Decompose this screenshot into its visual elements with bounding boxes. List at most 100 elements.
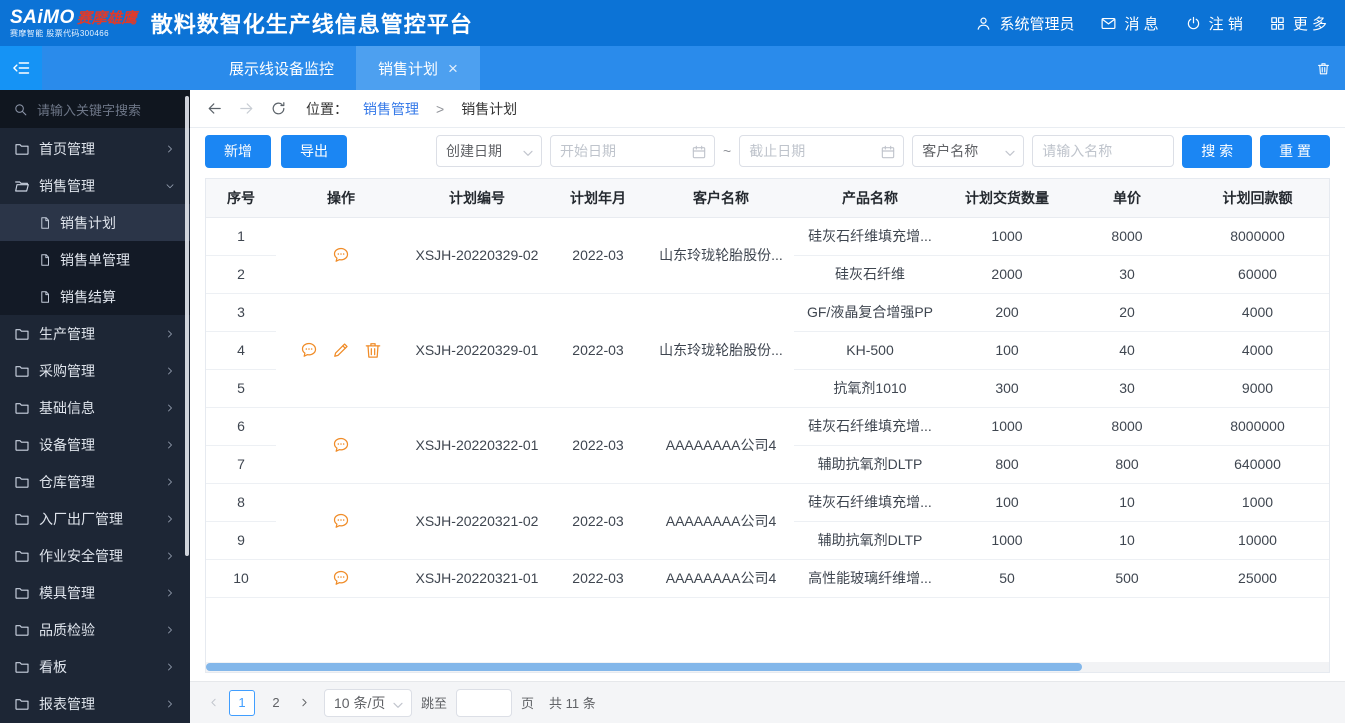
chevron-right-icon	[168, 404, 172, 411]
comment-action-icon[interactable]	[331, 511, 351, 531]
date-type-value: 创建日期	[446, 143, 503, 159]
chevron-down-icon	[390, 697, 403, 709]
edit-action-icon[interactable]	[331, 340, 351, 360]
row-number: 10	[206, 559, 276, 598]
trash-action-icon[interactable]	[363, 340, 383, 360]
tab-close-icon[interactable]: ×	[448, 60, 458, 77]
planned-amount: 10000	[1186, 521, 1329, 560]
user-menu[interactable]: 系统管理员	[975, 13, 1074, 34]
horizontal-scrollbar[interactable]	[206, 662, 1329, 672]
sidebar-item-0[interactable]: 首页管理	[0, 130, 190, 167]
comment-action-icon[interactable]	[331, 568, 351, 588]
logo-text-en: SAiMO	[10, 7, 75, 28]
add-button[interactable]: 新增	[205, 134, 271, 168]
horizontal-scrollbar-thumb[interactable]	[206, 663, 1082, 671]
chevron-right-icon	[168, 552, 172, 559]
filter-field-select[interactable]: 客户名称	[912, 135, 1025, 167]
name-input[interactable]: 请输入名称	[1032, 135, 1175, 167]
page-unit-label: 页	[521, 696, 535, 711]
sidebar-search-input[interactable]: 请输入关键字搜索	[0, 90, 190, 128]
table-body: 1 XSJH-20220329-02 2022-03 山东玲珑轮胎股份... 硅灰石纤维…	[206, 217, 1329, 598]
row-number: 7	[206, 445, 276, 484]
sidebar-item-4[interactable]: 基础信息	[0, 389, 190, 426]
file-icon	[38, 253, 52, 267]
logout-button[interactable]: 注 销	[1185, 13, 1243, 34]
more-button[interactable]: 更 多	[1269, 13, 1327, 34]
back-button[interactable]	[206, 100, 223, 117]
sidebar-item-8[interactable]: 作业安全管理	[0, 537, 190, 574]
sidebar-subitem[interactable]: 销售计划	[0, 204, 190, 241]
start-date-input[interactable]: 开始日期	[550, 135, 716, 167]
comment-action-icon[interactable]	[299, 340, 319, 360]
page-number-2[interactable]: 2	[263, 690, 289, 716]
tab-0[interactable]: 展示线设备监控	[207, 46, 356, 90]
planned-amount: 8000000	[1186, 217, 1329, 256]
next-page-button[interactable]	[298, 696, 311, 709]
app-window: SAiMO 赛摩雄鹰 赛摩智能 股票代码300466 散料数智化生产线信息管控平…	[0, 0, 1345, 723]
table-row: 10 XSJH-20220321-01 2022-03 AAAAAAAA公司4 高性能玻…	[206, 559, 1329, 598]
breadcrumb-parent-link[interactable]: 销售管理	[363, 99, 419, 119]
folder-icon	[14, 474, 30, 490]
folder-icon	[14, 696, 30, 712]
plan-month: 2022-03	[548, 293, 648, 408]
planned-amount: 8000000	[1186, 407, 1329, 446]
sidebar-item-2[interactable]: 生产管理	[0, 315, 190, 352]
page-title: 散料数智化生产线信息管控平台	[150, 12, 473, 37]
product-name: 抗氧剂1010	[794, 369, 946, 408]
messages-button[interactable]: 消 息	[1100, 13, 1159, 34]
sidebar-item-12[interactable]: 报表管理	[0, 685, 190, 722]
end-date-input[interactable]: 截止日期	[739, 135, 905, 167]
grid-icon	[1269, 15, 1286, 32]
jump-page-input[interactable]	[456, 688, 513, 717]
sidebar-item-label: 看板	[39, 658, 67, 675]
column-header: 产品名称	[794, 179, 946, 218]
sidebar-collapse-button[interactable]	[0, 46, 42, 90]
row-number: 8	[206, 483, 276, 522]
row-actions	[276, 217, 406, 294]
sidebar-item-6[interactable]: 仓库管理	[0, 463, 190, 500]
sidebar-item-label: 品质检验	[39, 621, 95, 638]
unit-price: 8000	[1068, 407, 1186, 446]
sidebar-item-5[interactable]: 设备管理	[0, 426, 190, 463]
product-name: GF/液晶复合增强PP	[794, 293, 946, 332]
prev-page-button[interactable]	[207, 696, 220, 709]
refresh-button[interactable]	[270, 100, 287, 117]
calendar-icon	[880, 144, 895, 159]
sidebar-item-label: 设备管理	[39, 436, 95, 453]
end-date-placeholder: 截止日期	[749, 143, 806, 159]
date-type-select[interactable]: 创建日期	[436, 135, 543, 167]
sidebar-item-3[interactable]: 采购管理	[0, 352, 190, 389]
sidebar-scrollbar[interactable]	[185, 96, 189, 556]
sidebar-item-1[interactable]: 销售管理	[0, 167, 190, 204]
comment-action-icon[interactable]	[331, 245, 351, 265]
column-header: 计划回款额	[1186, 179, 1329, 218]
page-number-1[interactable]: 1	[229, 689, 255, 716]
unit-price: 30	[1068, 369, 1186, 408]
chevron-right-icon	[168, 700, 172, 707]
close-all-tabs-button[interactable]	[1302, 46, 1345, 90]
sidebar-subitem[interactable]: 销售单管理	[0, 241, 190, 278]
planned-quantity: 800	[946, 445, 1068, 484]
row-number: 5	[206, 369, 276, 408]
plan-number: XSJH-20220321-02	[406, 483, 548, 560]
search-button[interactable]: 搜 索	[1182, 134, 1253, 168]
sidebar-item-9[interactable]: 模具管理	[0, 574, 190, 611]
sidebar-item-11[interactable]: 看板	[0, 648, 190, 685]
plan-month: 2022-03	[548, 407, 648, 484]
date-range-separator: ~	[723, 143, 732, 159]
customer-name: 山东玲珑轮胎股份...	[648, 293, 794, 408]
reset-button[interactable]: 重 置	[1260, 134, 1330, 168]
planned-amount: 1000	[1186, 483, 1329, 522]
export-button[interactable]: 导出	[281, 134, 347, 168]
forward-button[interactable]	[238, 100, 255, 117]
sidebar-item-7[interactable]: 入厂出厂管理	[0, 500, 190, 537]
column-header: 单价	[1068, 179, 1186, 218]
comment-action-icon[interactable]	[331, 435, 351, 455]
name-placeholder: 请输入名称	[1042, 143, 1113, 159]
sidebar-subitem-label: 销售单管理	[60, 251, 130, 268]
page-size-select[interactable]: 10 条/页	[324, 688, 412, 717]
folder-icon	[14, 400, 30, 416]
sidebar-subitem[interactable]: 销售结算	[0, 278, 190, 315]
tab-1[interactable]: 销售计划 ×	[356, 46, 480, 90]
sidebar-item-10[interactable]: 品质检验	[0, 611, 190, 648]
